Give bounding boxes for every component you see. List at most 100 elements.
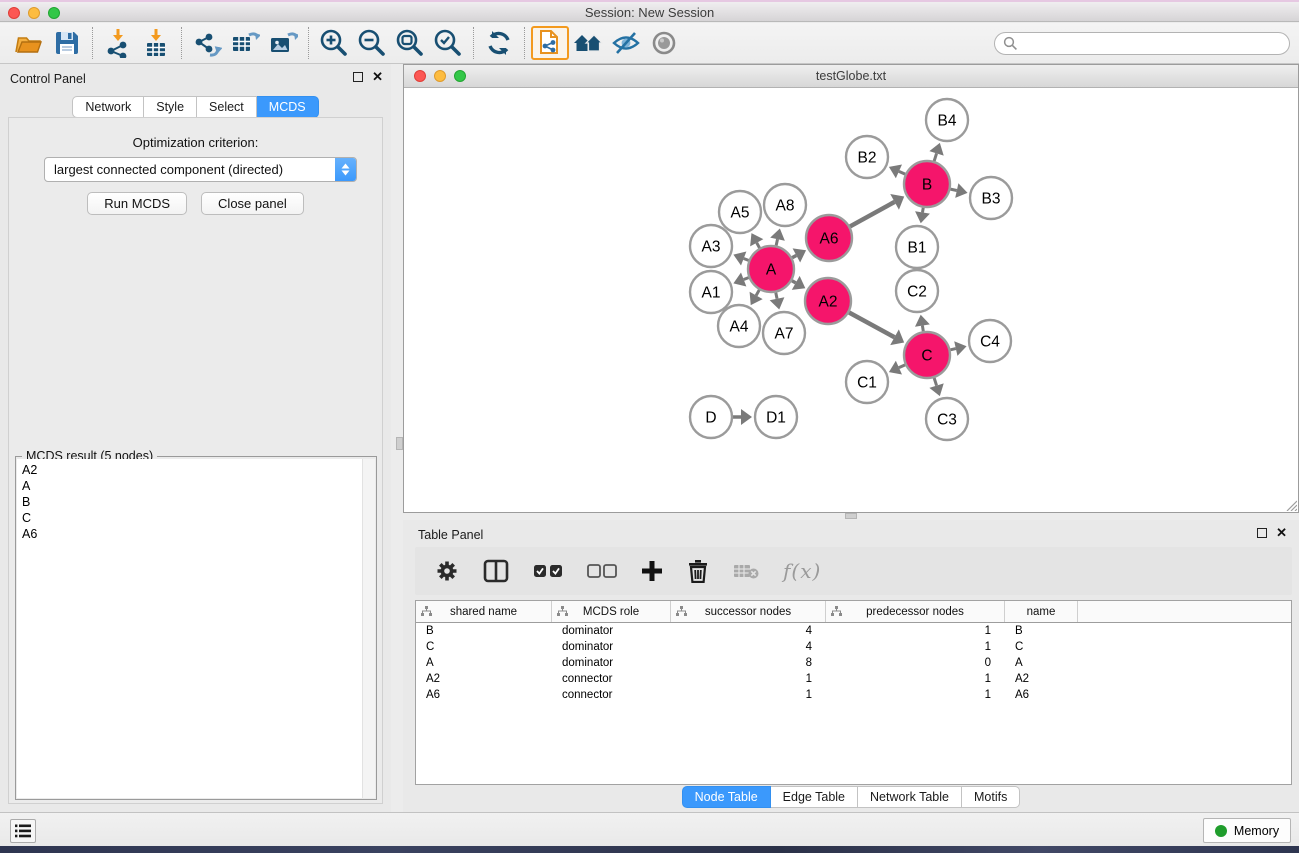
edge-A-A7[interactable] [776, 293, 777, 299]
result-item-a6[interactable]: A6 [17, 526, 375, 542]
result-scrollbar[interactable] [362, 459, 375, 798]
node-B3[interactable]: B3 [970, 177, 1012, 219]
export-image-icon[interactable] [264, 26, 302, 60]
cell-predecessor-nodes[interactable]: 0 [826, 657, 1005, 669]
show-graphics-details-icon[interactable] [645, 26, 683, 60]
cell-predecessor-nodes[interactable]: 1 [826, 625, 1005, 637]
cell-MCDS-role[interactable]: connector [552, 689, 671, 701]
node-B-mcds[interactable]: B [904, 161, 950, 207]
memory-button[interactable]: Memory [1203, 818, 1291, 843]
split-columns-icon[interactable] [483, 559, 509, 583]
table-tab-motifs[interactable]: Motifs [962, 786, 1020, 808]
refresh-icon[interactable] [480, 26, 518, 60]
table-float-panel-icon[interactable] [1257, 528, 1267, 538]
cell-shared-name[interactable]: A2 [416, 673, 552, 685]
zoom-selected-icon[interactable] [429, 26, 467, 60]
edge-C-C2[interactable] [922, 326, 923, 332]
column-header-shared-name[interactable]: shared name [416, 601, 552, 622]
edge-B-B2[interactable] [899, 171, 905, 174]
cell-shared-name[interactable]: B [416, 625, 552, 637]
edge-A-A3[interactable] [744, 259, 749, 261]
zoom-out-icon[interactable] [353, 26, 391, 60]
cell-MCDS-role[interactable]: dominator [552, 657, 671, 669]
import-table-icon[interactable] [137, 26, 175, 60]
node-A6-mcds[interactable]: A6 [806, 215, 852, 261]
node-A8[interactable]: A8 [764, 184, 806, 226]
node-B1[interactable]: B1 [896, 226, 938, 268]
search-field[interactable] [994, 32, 1290, 55]
tab-select[interactable]: Select [197, 96, 257, 118]
node-C4[interactable]: C4 [969, 320, 1011, 362]
node-C3[interactable]: C3 [926, 398, 968, 440]
delete-table-icon[interactable] [733, 562, 759, 580]
function-builder-icon[interactable]: f(x) [783, 559, 821, 583]
node-A-mcds[interactable]: A [748, 246, 794, 292]
horizontal-splitter-handle[interactable] [845, 513, 857, 519]
edge-A-A5[interactable] [757, 243, 760, 248]
edge-A-A2[interactable] [792, 281, 796, 283]
edge-A-A6[interactable] [792, 255, 796, 257]
cell-predecessor-nodes[interactable]: 1 [826, 689, 1005, 701]
result-item-c[interactable]: C [17, 510, 375, 526]
open-file-icon[interactable] [10, 26, 48, 60]
table-row[interactable]: Cdominator41C [416, 639, 1291, 655]
node-D[interactable]: D [690, 396, 732, 438]
node-C2[interactable]: C2 [896, 270, 938, 312]
cell-successor-nodes[interactable]: 1 [671, 673, 826, 685]
table-row[interactable]: Bdominator41B [416, 623, 1291, 639]
tab-mcds[interactable]: MCDS [257, 96, 319, 118]
float-panel-icon[interactable] [353, 72, 363, 82]
search-input[interactable] [1018, 37, 1289, 51]
table-settings-icon[interactable] [435, 559, 459, 583]
cell-name[interactable]: A2 [1005, 673, 1078, 685]
import-network-icon[interactable] [99, 26, 137, 60]
table-row[interactable]: A2connector11A2 [416, 671, 1291, 687]
edge-A-A4[interactable] [756, 290, 759, 296]
cell-successor-nodes[interactable]: 4 [671, 641, 826, 653]
hide-graphics-details-icon[interactable] [607, 26, 645, 60]
cell-successor-nodes[interactable]: 8 [671, 657, 826, 669]
select-all-rows-icon[interactable] [533, 564, 563, 578]
table-row[interactable]: A6connector11A6 [416, 687, 1291, 703]
cell-shared-name[interactable]: A [416, 657, 552, 669]
edge-C-C3[interactable] [934, 378, 936, 386]
export-table-icon[interactable] [226, 26, 264, 60]
cell-name[interactable]: C [1005, 641, 1078, 653]
column-header-successor-nodes[interactable]: successor nodes [671, 601, 826, 622]
cell-successor-nodes[interactable]: 4 [671, 625, 826, 637]
edge-A6-B[interactable] [850, 202, 895, 227]
export-network-icon[interactable] [188, 26, 226, 60]
table-close-panel-icon[interactable]: ✕ [1276, 528, 1287, 538]
cell-MCDS-role[interactable]: dominator [552, 641, 671, 653]
column-header-predecessor-nodes[interactable]: predecessor nodes [826, 601, 1005, 622]
zoom-in-icon[interactable] [315, 26, 353, 60]
cell-predecessor-nodes[interactable]: 1 [826, 641, 1005, 653]
node-A7[interactable]: A7 [763, 312, 805, 354]
cell-name[interactable]: B [1005, 625, 1078, 637]
cell-predecessor-nodes[interactable]: 1 [826, 673, 1005, 685]
table-tab-node-table[interactable]: Node Table [682, 786, 771, 808]
cell-name[interactable]: A [1005, 657, 1078, 669]
column-header-name[interactable]: name [1005, 601, 1078, 622]
run-mcds-button[interactable]: Run MCDS [87, 192, 187, 215]
column-header-MCDS-role[interactable]: MCDS role [552, 601, 671, 622]
result-item-a[interactable]: A [17, 478, 375, 494]
delete-columns-icon[interactable] [687, 559, 709, 583]
tab-network[interactable]: Network [72, 96, 144, 118]
edge-B-B3[interactable] [950, 189, 956, 190]
cell-name[interactable]: A6 [1005, 689, 1078, 701]
node-D1[interactable]: D1 [755, 396, 797, 438]
table-row[interactable]: Adominator80A [416, 655, 1291, 671]
resize-grip-icon[interactable] [1284, 498, 1297, 511]
edge-C-C4[interactable] [950, 349, 955, 350]
network-overview-icon[interactable] [531, 26, 569, 60]
table-tab-edge-table[interactable]: Edge Table [771, 786, 858, 808]
node-A5[interactable]: A5 [719, 191, 761, 233]
home-icon[interactable] [569, 26, 607, 60]
cell-successor-nodes[interactable]: 1 [671, 689, 826, 701]
edge-B-B1[interactable] [922, 208, 923, 213]
task-history-button[interactable] [10, 819, 36, 843]
edge-C-C1[interactable] [899, 365, 905, 368]
node-B4[interactable]: B4 [926, 99, 968, 141]
table-tab-network-table[interactable]: Network Table [858, 786, 962, 808]
